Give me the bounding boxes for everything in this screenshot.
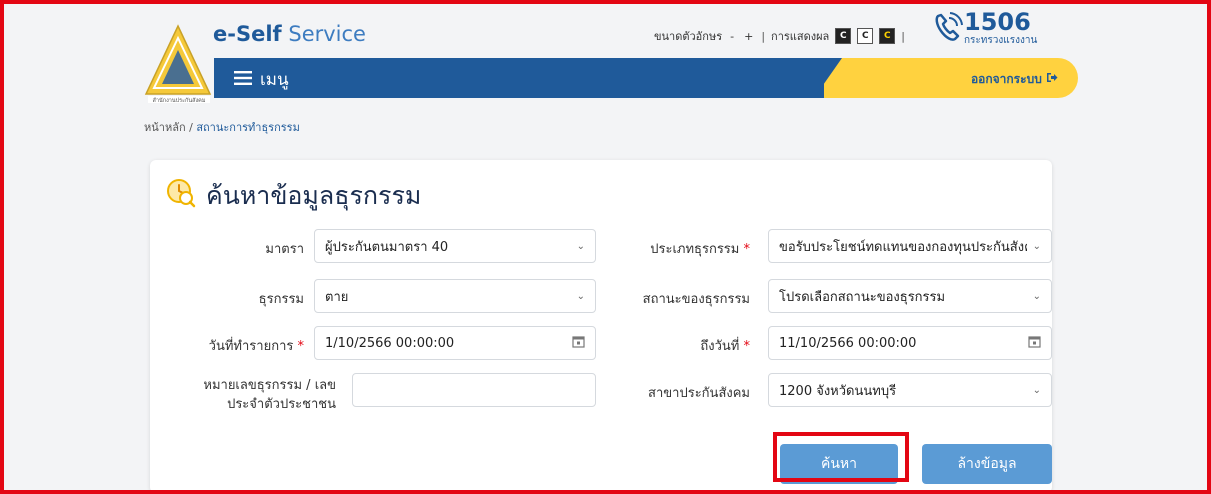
accessibility-controls: ขนาดตัวอักษร - + | การแสดงผล C C C |	[654, 27, 905, 45]
menu-button[interactable]: เมนู	[234, 66, 289, 93]
hotline-number: 1506	[964, 7, 1031, 36]
font-decrease-button[interactable]: -	[728, 30, 736, 43]
sso-logo: สำนักงานประกันสังคม	[144, 24, 214, 104]
highlight-box	[773, 432, 909, 482]
logout-label: ออกจากระบบ	[970, 72, 1042, 86]
theme-light-button[interactable]: C	[857, 28, 874, 44]
menu-label: เมนู	[260, 70, 289, 90]
chevron-down-icon: ⌄	[1032, 384, 1041, 396]
brand-light: Service	[288, 22, 366, 46]
status-label: สถานะของธุรกรรม	[642, 292, 750, 307]
hotline[interactable]: 1506 กระทรวงแรงงาน	[932, 10, 1037, 48]
font-size-label: ขนาดตัวอักษร	[654, 30, 723, 43]
clock-search-icon	[166, 178, 196, 214]
divider: |	[901, 29, 905, 43]
chevron-down-icon: ⌄	[576, 240, 585, 252]
branch-select[interactable]: 1200 จังหวัดนนทบุรี ⌄	[768, 373, 1052, 407]
theme-contrast-button[interactable]: C	[879, 28, 896, 44]
clear-button[interactable]: ล้างข้อมูล	[922, 444, 1052, 484]
phone-icon	[932, 10, 964, 48]
search-card: ค้นหาข้อมูลธุรกรรม มาตรา ผู้ประกันตนมาตร…	[150, 160, 1052, 490]
calendar-icon[interactable]	[572, 335, 585, 352]
brand-title: e-Self Service	[213, 22, 366, 46]
logo-caption: สำนักงานประกันสังคม	[153, 97, 206, 104]
theme-dark-button[interactable]: C	[835, 28, 852, 44]
logout-button[interactable]: ออกจากระบบ	[971, 70, 1058, 89]
date-from-input[interactable]: 1/10/2566 00:00:00	[314, 326, 596, 360]
page-title: ค้นหาข้อมูลธุรกรรม	[206, 181, 422, 210]
transaction-id-label: หมายเลขธุรกรรม / เลข ประจำตัวประชาชน	[203, 378, 336, 412]
calendar-icon[interactable]	[1028, 335, 1041, 352]
status-select[interactable]: โปรดเลือกสถานะของธุรกรรม ⌄	[768, 279, 1052, 313]
transaction-label: ธุรกรรม	[258, 292, 304, 307]
section-label: มาตรา	[265, 242, 304, 257]
page: สำนักงานประกันสังคม e-Self Service ขนาดต…	[4, 4, 1207, 490]
date-from-label: วันที่ทำรายการ *	[208, 339, 304, 354]
chevron-down-icon: ⌄	[576, 290, 585, 302]
branch-label: สาขาประกันสังคม	[648, 386, 750, 401]
breadcrumb-home[interactable]: หน้าหลัก	[144, 121, 186, 134]
breadcrumb: หน้าหลัก / สถานะการทำธุรกรรม	[144, 121, 300, 134]
chevron-down-icon: ⌄	[1032, 240, 1041, 252]
divider: |	[761, 29, 766, 43]
transaction-id-input[interactable]	[352, 373, 596, 407]
font-increase-button[interactable]: +	[742, 30, 755, 43]
section-select[interactable]: ผู้ประกันตนมาตรา 40 ⌄	[314, 229, 596, 263]
card-title: ค้นหาข้อมูลธุรกรรม	[166, 176, 421, 216]
logout-icon	[1046, 72, 1058, 86]
chevron-down-icon: ⌄	[1032, 290, 1041, 302]
nav-bar: เมนู ออกจากระบบ	[214, 58, 1078, 98]
hamburger-icon	[234, 70, 252, 90]
transaction-select[interactable]: ตาย ⌄	[314, 279, 596, 313]
transaction-type-label: ประเภทธุรกรรม *	[650, 242, 750, 257]
date-to-input[interactable]: 11/10/2566 00:00:00	[768, 326, 1052, 360]
display-label: การแสดงผล	[771, 30, 830, 43]
date-to-label: ถึงวันที่ *	[700, 339, 750, 354]
brand-bold: e-Self	[213, 22, 282, 46]
hotline-ministry: กระทรวงแรงงาน	[964, 34, 1038, 46]
transaction-type-select[interactable]: ขอรับประโยชน์ทดแทนของกองทุนประกันสังคม ⌄	[768, 229, 1052, 263]
breadcrumb-current: สถานะการทำธุรกรรม	[196, 121, 300, 134]
